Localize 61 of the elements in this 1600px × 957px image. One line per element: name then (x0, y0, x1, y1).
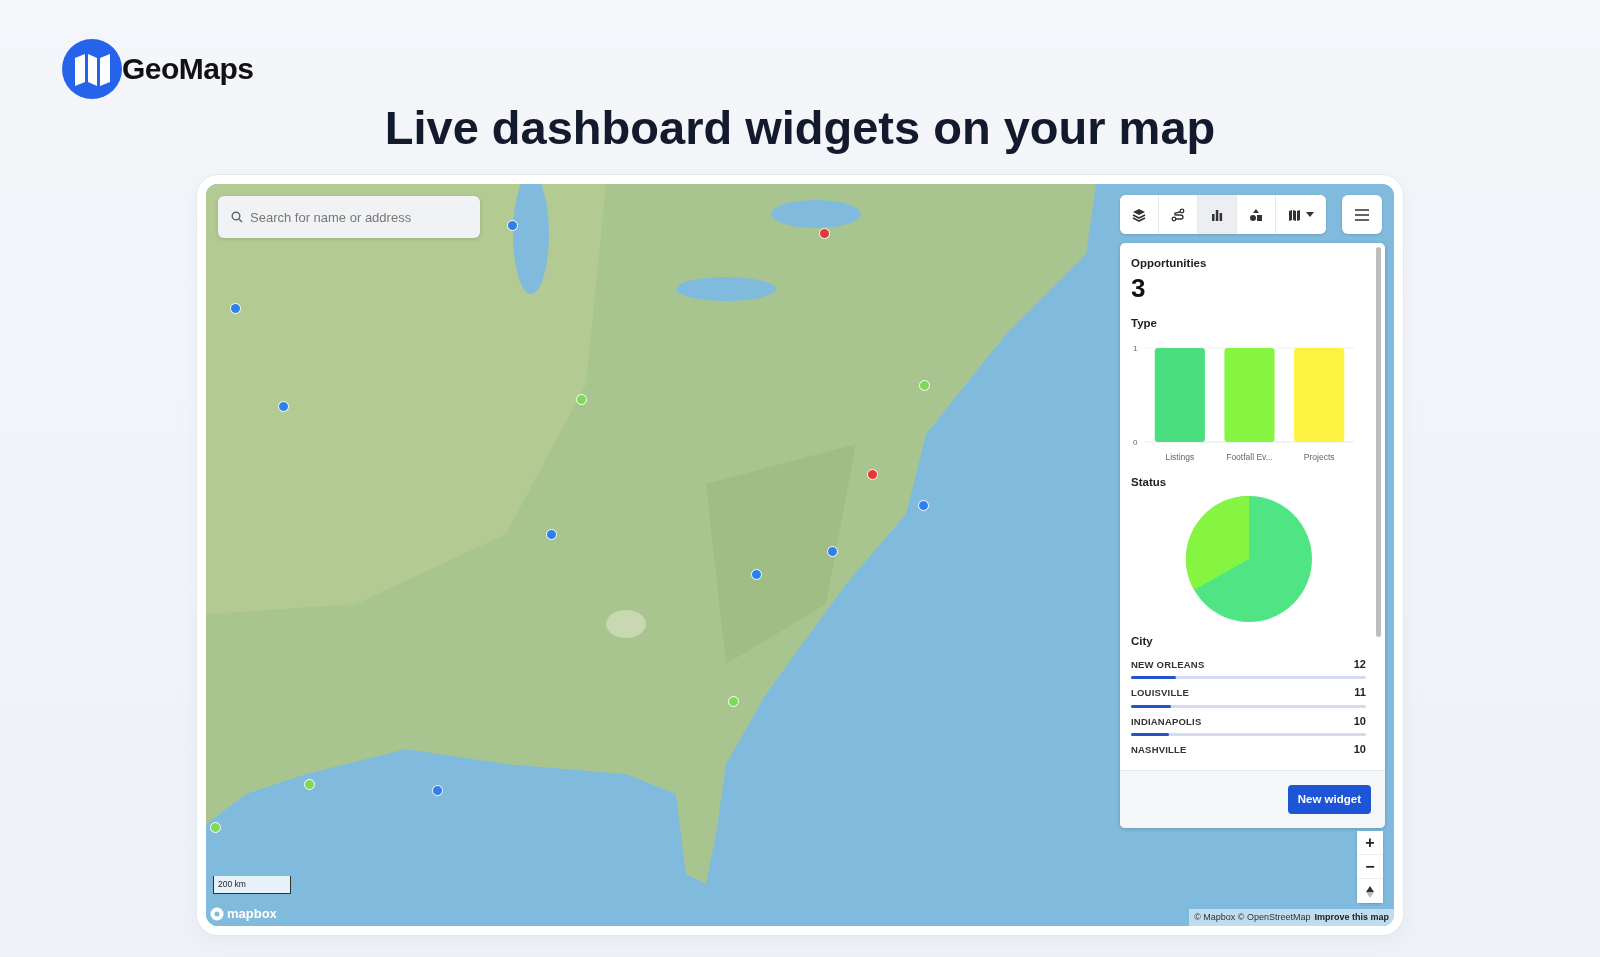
map-marker[interactable] (751, 569, 762, 580)
menu-button[interactable] (1342, 195, 1382, 234)
shapes-button[interactable] (1237, 195, 1276, 234)
map-marker[interactable] (230, 303, 241, 314)
headline: Live dashboard widgets on your map (383, 100, 1217, 156)
axis-label: 0 (1133, 438, 1138, 448)
brand-name: GeoMaps (122, 51, 254, 87)
axis-label: Footfall Ev... (1226, 452, 1273, 463)
map-marker[interactable] (210, 822, 221, 833)
city-count: 11 (1354, 685, 1366, 701)
metric-value: 3 (1131, 274, 1147, 303)
city-count: 10 (1353, 713, 1366, 729)
map-icon (1288, 207, 1303, 222)
city-name: NEW ORLEANS (1131, 657, 1205, 672)
map-marker[interactable] (918, 500, 929, 511)
city-name: INDIANAPOLIS (1131, 714, 1202, 729)
logo-icon (62, 38, 122, 99)
scrollbar[interactable] (1376, 247, 1381, 637)
widget-title: Opportunities (1131, 256, 1208, 271)
widget-title: Type (1131, 315, 1158, 331)
axis-label: Listings (1165, 452, 1195, 463)
layers-icon (1132, 207, 1146, 222)
layers-button[interactable] (1120, 195, 1159, 234)
zoom-in-button[interactable]: + (1357, 831, 1383, 855)
attribution-text: © Mapbox © OpenStreetMap (1194, 910, 1311, 924)
map-button[interactable] (1276, 195, 1326, 234)
map-marker[interactable] (432, 785, 443, 796)
compass-button[interactable] (1357, 879, 1383, 903)
mapbox-logo-icon (210, 906, 224, 921)
map-marker[interactable] (278, 401, 289, 412)
route-icon (1171, 207, 1185, 222)
city-count: 12 (1353, 656, 1366, 672)
route-button[interactable] (1159, 195, 1198, 234)
search-field[interactable]: Search for name or address (218, 196, 480, 238)
widget-title: City (1131, 634, 1154, 650)
widget-title: Status (1131, 475, 1168, 491)
scale-bar: 200 km (213, 876, 291, 894)
map-marker[interactable] (867, 469, 878, 480)
caret-icon (1305, 212, 1314, 217)
map-marker[interactable] (576, 394, 587, 405)
shapes-icon (1249, 207, 1263, 222)
city-name: LOUISVILLE (1131, 686, 1189, 701)
bar-chart-button[interactable] (1198, 195, 1237, 234)
city-name: NASHVILLE (1131, 743, 1187, 758)
map-marker[interactable] (919, 380, 930, 391)
map-marker[interactable] (546, 529, 557, 540)
map-marker[interactable] (827, 546, 838, 557)
compass-icon (1366, 885, 1374, 898)
map-marker[interactable] (819, 228, 830, 239)
mapbox-logo: mapbox (227, 905, 277, 923)
improve-map-link[interactable]: Improve this map (1314, 910, 1389, 924)
zoom-out-button[interactable]: − (1357, 855, 1383, 879)
axis-label: 1 (1133, 344, 1138, 354)
map-marker[interactable] (304, 779, 315, 790)
new-widget-button[interactable]: New widget (1287, 784, 1371, 815)
map-marker[interactable] (728, 696, 739, 707)
bar-chart-icon (1210, 207, 1224, 222)
city-count: 10 (1353, 742, 1366, 758)
menu-icon (1355, 208, 1369, 221)
axis-label: Projects (1303, 452, 1335, 463)
map-marker[interactable] (507, 220, 518, 231)
